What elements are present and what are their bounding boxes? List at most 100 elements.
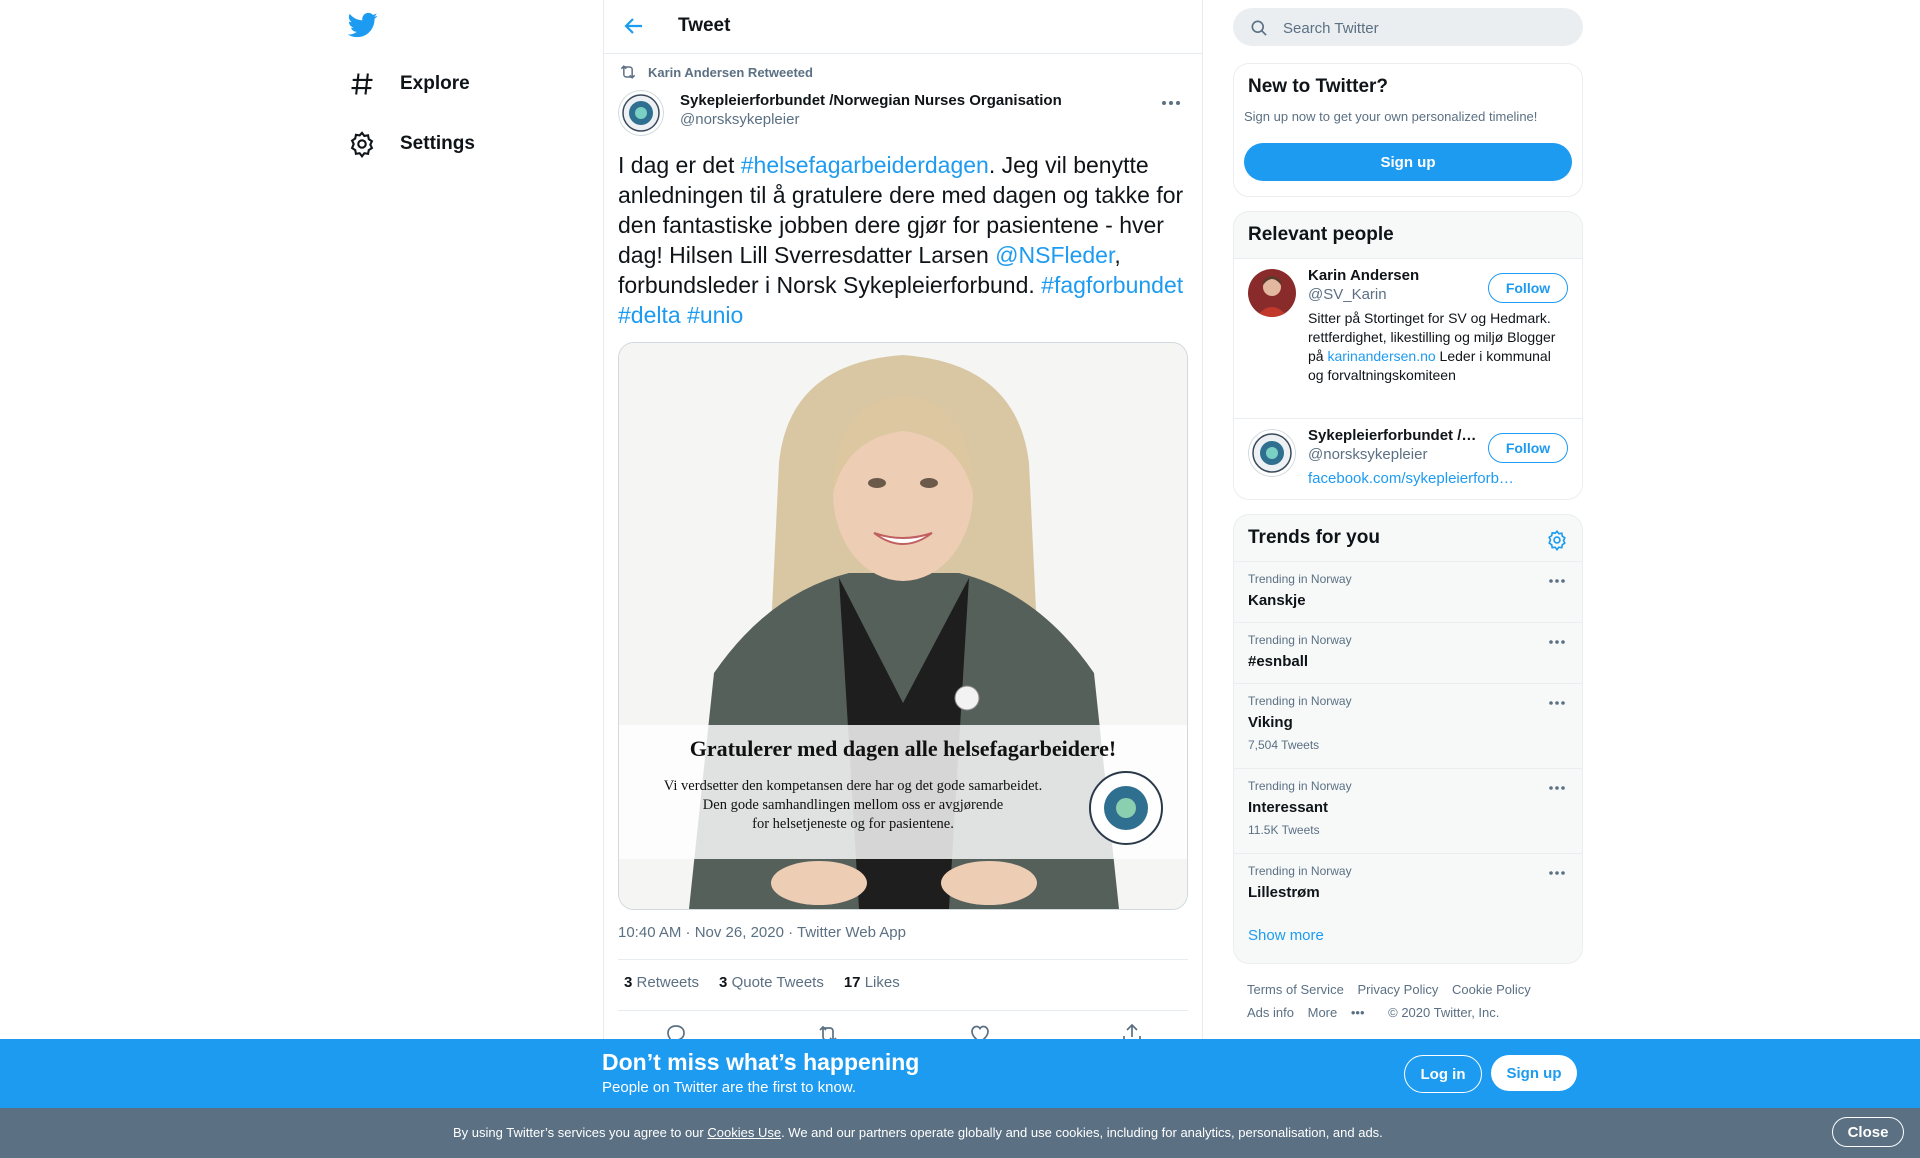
quotes-count: 3 — [719, 974, 728, 991]
trend-item[interactable]: Trending in Norway #esnball — [1234, 622, 1582, 683]
main-column: Tweet Karin Andersen Retweeted Sykepleie… — [603, 0, 1203, 1158]
trend-item[interactable]: Trending in Norway Lillestrøm — [1234, 853, 1582, 914]
more-dots-icon: ••• — [1350, 1005, 1365, 1020]
person-name[interactable]: Sykepleierforbundet /… — [1308, 427, 1480, 444]
login-button[interactable]: Log in — [1404, 1055, 1482, 1093]
person-name[interactable]: Karin Andersen — [1308, 267, 1480, 284]
more-options-icon[interactable] — [1546, 781, 1568, 795]
person-item[interactable]: Karin Andersen @SV_Karin Follow Sitter p… — [1234, 258, 1582, 419]
author-avatar[interactable] — [618, 90, 664, 136]
page-title: Tweet — [678, 15, 731, 36]
retweet-icon — [618, 62, 638, 82]
trend-item[interactable]: Trending in Norway Viking 7,504 Tweets — [1234, 683, 1582, 768]
trend-name: Lillestrøm — [1248, 884, 1320, 901]
back-arrow-icon[interactable] — [622, 14, 648, 40]
trends-card: Trends for you Trending in Norway Kanskj… — [1233, 514, 1583, 964]
tweet-link[interactable]: #unio — [687, 302, 743, 328]
tweet-link[interactable]: #helsefagarbeiderdagen — [741, 152, 989, 178]
banner-signup-button[interactable]: Sign up — [1491, 1055, 1577, 1091]
person-bio: Sitter på Stortinget for SV og Hedmark. … — [1308, 309, 1570, 385]
tweet-link[interactable]: #fagforbundet — [1041, 272, 1183, 298]
close-button[interactable]: Close — [1832, 1117, 1904, 1147]
page-header: Tweet — [604, 0, 1202, 54]
cookie-text-before: By using Twitter’s services you agree to… — [453, 1125, 708, 1140]
author-handle[interactable]: @norsksykepleier — [680, 111, 799, 128]
ads-info-link[interactable]: Ads info — [1247, 1005, 1294, 1020]
retweets-stat[interactable]: 3 Retweets — [624, 974, 699, 991]
avatar[interactable] — [1248, 269, 1296, 317]
image-line-3: for helsetjeneste og for pasientene. — [752, 816, 954, 832]
more-options-icon[interactable] — [1546, 635, 1568, 649]
nav-item-label: Explore — [400, 73, 470, 94]
banner-title: Don’t miss what’s happening — [602, 1049, 920, 1075]
retweets-label: Retweets — [636, 974, 700, 991]
copyright: © 2020 Twitter, Inc. — [1388, 1005, 1500, 1020]
tweet-author: Sykepleierforbundet /Norwegian Nurses Or… — [618, 88, 1188, 136]
search-box[interactable] — [1233, 8, 1583, 48]
nav-item-explore[interactable]: Explore — [348, 64, 470, 104]
new-to-twitter-card: New to Twitter? Sign up now to get your … — [1233, 63, 1583, 197]
tweet-timestamp[interactable]: 10:40 AM · Nov 26, 2020 · Twitter Web Ap… — [618, 924, 906, 941]
tweet-link[interactable]: #delta — [618, 302, 681, 328]
banner-subtitle: People on Twitter are the first to know. — [602, 1079, 857, 1096]
bio-link[interactable]: karinandersen.no — [1327, 348, 1435, 364]
retweet-context[interactable]: Karin Andersen Retweeted — [618, 62, 813, 82]
author-name[interactable]: Sykepleierforbundet /Norwegian Nurses Or… — [680, 92, 1062, 109]
follow-button[interactable]: Follow — [1488, 433, 1568, 463]
person-handle[interactable]: @SV_Karin — [1308, 286, 1387, 303]
quote-tweets-stat[interactable]: 3 Quote Tweets — [719, 974, 824, 991]
more-options-icon[interactable] — [1546, 696, 1568, 710]
trend-item[interactable]: Trending in Norway Kanskje — [1234, 561, 1582, 622]
terms-link[interactable]: Terms of Service — [1247, 982, 1344, 997]
card-title: New to Twitter? — [1248, 76, 1389, 97]
privacy-link[interactable]: Privacy Policy — [1357, 982, 1438, 997]
retweets-count: 3 — [624, 974, 633, 991]
divider — [618, 959, 1188, 960]
cookie-policy-link[interactable]: Cookie Policy — [1452, 982, 1531, 997]
trend-name: Kanskje — [1248, 592, 1306, 609]
tweet-text-segment: I dag er det — [618, 152, 741, 178]
person-bio-link[interactable]: facebook.com/sykepleierforb… — [1308, 469, 1570, 488]
avatar[interactable] — [1248, 429, 1296, 477]
search-input[interactable] — [1281, 8, 1565, 48]
more-options-icon[interactable] — [1158, 94, 1184, 112]
image-line-1: Vi verdsetter den kompetansen dere har o… — [664, 778, 1042, 794]
gear-icon[interactable] — [1546, 529, 1568, 551]
trend-context: Trending in Norway — [1248, 572, 1352, 586]
more-options-icon[interactable] — [1546, 866, 1568, 880]
card-title: Relevant people — [1248, 224, 1394, 245]
trend-name: Interessant — [1248, 799, 1329, 816]
twitter-bird-icon[interactable] — [348, 10, 384, 46]
person-handle[interactable]: @norsksykepleier — [1308, 446, 1427, 463]
divider — [618, 1010, 1188, 1011]
trend-name: #esnball — [1248, 653, 1309, 670]
tweet-link[interactable]: @NSFleder — [995, 242, 1114, 268]
signup-banner: Don’t miss what’s happening People on Tw… — [0, 1039, 1920, 1108]
trend-name: Viking — [1248, 714, 1293, 731]
retweeted-by-text: Karin Andersen Retweeted — [648, 64, 813, 80]
nav-item-settings[interactable]: Settings — [348, 124, 475, 164]
cookie-text: By using Twitter’s services you agree to… — [453, 1125, 1383, 1140]
trend-count: 11.5K Tweets — [1248, 823, 1320, 837]
image-line-2: Den gode samhandlingen mellom oss er avg… — [703, 797, 1003, 813]
cookies-use-link[interactable]: Cookies Use — [707, 1125, 781, 1140]
more-menu[interactable]: More ••• — [1308, 1005, 1375, 1020]
card-title: Trends for you — [1248, 527, 1380, 548]
trend-item[interactable]: Trending in Norway Interessant 11.5K Twe… — [1234, 768, 1582, 853]
signup-button[interactable]: Sign up — [1244, 143, 1572, 181]
show-more-link[interactable]: Show more — [1248, 927, 1324, 944]
follow-button[interactable]: Follow — [1488, 273, 1568, 303]
tweet-image[interactable]: Gratulerer med dagen alle helsefagarbeid… — [618, 342, 1188, 910]
trend-context: Trending in Norway — [1248, 694, 1352, 708]
likes-label: Likes — [864, 974, 900, 991]
relevant-people-card: Relevant people Karin Andersen @SV_Karin… — [1233, 211, 1583, 500]
card-subtitle: Sign up now to get your own personalized… — [1244, 109, 1538, 124]
nav-item-label: Settings — [400, 133, 475, 154]
hashtag-icon — [348, 70, 376, 98]
more-options-icon[interactable] — [1546, 574, 1568, 588]
likes-stat[interactable]: 17 Likes — [844, 974, 900, 991]
person-item[interactable]: Sykepleierforbundet /… @norsksykepleier … — [1234, 418, 1582, 499]
trend-context: Trending in Norway — [1248, 779, 1352, 793]
more-label: More — [1307, 1005, 1338, 1020]
tweet-stats: 3 Retweets 3 Quote Tweets 17 Likes — [624, 974, 900, 991]
